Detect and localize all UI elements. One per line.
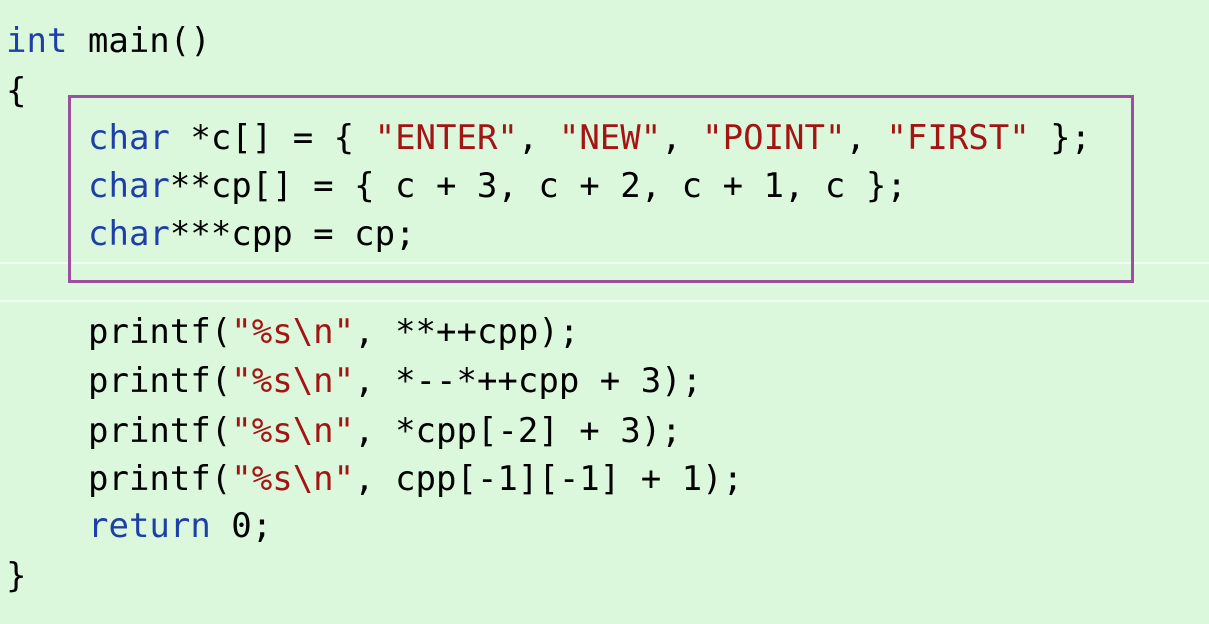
string-literal: "ENTER" (374, 118, 518, 158)
string-literal: "NEW" (558, 118, 662, 158)
string-literal: "%s\n" (231, 411, 355, 451)
code-line-5[interactable]: char***cpp = cp; (0, 210, 416, 258)
code-text: , *--*++cpp + 3); (354, 361, 703, 401)
keyword: char (88, 118, 170, 158)
code-text: , (661, 118, 703, 158)
code-text: , cpp[-1][-1] + 1); (354, 459, 744, 499)
code-text: printf( (88, 411, 232, 451)
code-text: *c[] = { (169, 118, 375, 158)
keyword: char (88, 166, 170, 206)
code-text: , **++cpp); (354, 312, 580, 352)
string-literal: "FIRST" (886, 118, 1030, 158)
code-text: }; (1029, 118, 1092, 158)
code-text: **cp[] = { c + 3, c + 2, c + 1, c }; (169, 166, 907, 206)
code-text: } (6, 556, 27, 596)
string-literal: "POINT" (702, 118, 846, 158)
code-text: printf( (88, 361, 232, 401)
code-line-3[interactable]: char *c[] = { "ENTER", "NEW", "POINT", "… (0, 114, 1091, 162)
code-line-9[interactable]: printf("%s\n", cpp[-1][-1] + 1); (0, 455, 743, 503)
code-line-8[interactable]: printf("%s\n", *cpp[-2] + 3); (0, 407, 682, 455)
code-text: main() (67, 21, 211, 61)
string-literal: "%s\n" (231, 361, 355, 401)
keyword: return (88, 506, 211, 546)
keyword: int (6, 21, 68, 61)
code-line-10[interactable]: return 0; (0, 502, 272, 550)
code-editor[interactable]: int main() { char *c[] = { "ENTER", "NEW… (0, 0, 1209, 624)
code-line-2[interactable]: { (6, 67, 26, 115)
code-text: , (517, 118, 559, 158)
code-line-7[interactable]: printf("%s\n", *--*++cpp + 3); (0, 357, 702, 405)
code-text: ***cpp = cp; (169, 214, 416, 254)
code-text: printf( (88, 459, 232, 499)
separator-line (0, 300, 1209, 302)
code-text: , (845, 118, 887, 158)
code-text: printf( (88, 312, 232, 352)
code-text: , *cpp[-2] + 3); (354, 411, 682, 451)
code-text: 0; (210, 506, 273, 546)
code-line-1[interactable]: int main() (6, 17, 211, 65)
string-literal: "%s\n" (231, 312, 355, 352)
code-line-11[interactable]: } (6, 552, 26, 600)
code-line-4[interactable]: char**cp[] = { c + 3, c + 2, c + 1, c }; (0, 162, 907, 210)
code-line-6[interactable]: printf("%s\n", **++cpp); (0, 308, 579, 356)
keyword: char (88, 214, 170, 254)
string-literal: "%s\n" (231, 459, 355, 499)
code-text: { (6, 71, 27, 111)
